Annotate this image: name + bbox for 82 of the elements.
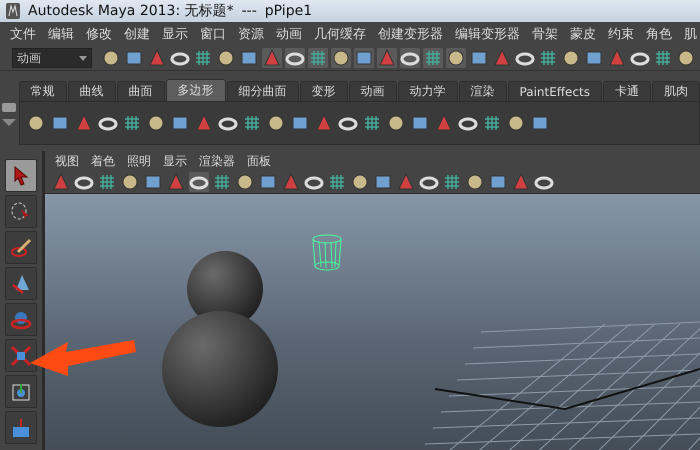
toolbar-tool-icon[interactable]: [285, 48, 305, 68]
toolbar-tool-icon[interactable]: [446, 48, 466, 68]
stacked-spheres-drawing[interactable]: [162, 251, 278, 427]
shelf-menu-icon[interactable]: [0, 101, 18, 113]
shelf-tool-icon[interactable]: [26, 113, 46, 133]
tool-button[interactable]: [5, 375, 37, 408]
menu-item[interactable]: 肌: [678, 25, 700, 43]
tool-button[interactable]: [5, 267, 37, 300]
shelf-tab[interactable]: 动画: [348, 81, 397, 101]
mode-dropdown[interactable]: 动画: [12, 48, 92, 68]
cube-scale-icon: [10, 344, 32, 366]
shelf-tab[interactable]: 多边形: [166, 79, 226, 101]
toolbar-tool-icon[interactable]: [676, 48, 696, 68]
window-title: Autodesk Maya 2013: 无标题*: [28, 2, 234, 20]
shelf-tab[interactable]: 细分曲面: [226, 81, 299, 101]
paint-brush-icon: [10, 236, 32, 258]
shelf-tab[interactable]: 渲染: [458, 81, 507, 101]
panel-tool-icon[interactable]: [327, 172, 347, 192]
app-logo-icon: [6, 3, 20, 19]
tool-button[interactable]: [5, 195, 37, 228]
3d-viewport[interactable]: [45, 194, 700, 450]
shelf-tab[interactable]: 变形: [300, 81, 348, 101]
menu-item[interactable]: 几何缓存: [308, 25, 372, 43]
shelf-tool-icon[interactable]: [506, 113, 526, 133]
menu-item[interactable]: 编辑变形器: [449, 25, 526, 43]
menu-item[interactable]: 角色: [640, 25, 678, 43]
shelf-tab[interactable]: 肌肉: [652, 81, 700, 101]
toolbar-tool-icon[interactable]: [538, 48, 558, 68]
toolbar-tool-icon[interactable]: [653, 48, 673, 68]
tool-button[interactable]: [5, 231, 37, 264]
menu-item[interactable]: 蒙皮: [564, 25, 602, 43]
shelf-tab[interactable]: 常规: [18, 81, 67, 101]
shelf-tab[interactable]: PaintEffects: [508, 81, 602, 101]
panel-tool-icon[interactable]: [212, 172, 232, 192]
toolbar-tool-icon[interactable]: [216, 48, 236, 68]
tool-button[interactable]: [5, 339, 37, 372]
menu-item[interactable]: 显示: [156, 25, 194, 43]
panel-menu-item[interactable]: 面板: [241, 152, 277, 170]
toolbar-tool-icon[interactable]: [101, 48, 121, 68]
shelf-tab[interactable]: 动力学: [398, 81, 458, 101]
panel-tool-icon[interactable]: [350, 172, 370, 192]
shelf-tool-icon[interactable]: [146, 113, 166, 133]
caret-icon: [79, 56, 87, 60]
panel-tool-icon[interactable]: [465, 172, 485, 192]
soft-modify-icon: [10, 418, 32, 436]
toolbar-tool-icon[interactable]: [561, 48, 581, 68]
panel-menu-item[interactable]: 显示: [157, 152, 193, 170]
panel-tool-icon[interactable]: [189, 172, 209, 192]
menu-item[interactable]: 创建: [118, 25, 156, 43]
toolbar-tool-icon[interactable]: [354, 48, 374, 68]
menu-item[interactable]: 动画: [270, 25, 308, 43]
menu-item[interactable]: 文件: [4, 25, 42, 43]
panel-menu-item[interactable]: 着色: [85, 152, 121, 170]
wireframe-cylinder[interactable]: [312, 234, 342, 270]
tool-button[interactable]: [5, 159, 37, 192]
shelf-tab[interactable]: 曲面: [116, 81, 165, 101]
cone-move-icon: [10, 272, 32, 294]
panel-menu-item[interactable]: 视图: [49, 152, 85, 170]
toolbar-tool-icon[interactable]: [331, 48, 351, 68]
selected-object-name: pPipe1: [264, 3, 312, 19]
menu-item[interactable]: 编辑: [42, 25, 80, 43]
menu-item[interactable]: 创建变形器: [372, 25, 449, 43]
panel-tool-icon[interactable]: [97, 172, 117, 192]
menu-item[interactable]: 资源: [232, 25, 270, 43]
title-separator: ---: [242, 3, 257, 19]
shelf-down-caret-icon[interactable]: [0, 117, 18, 127]
menu-item[interactable]: 骨架: [526, 25, 564, 43]
tool-button[interactable]: [5, 411, 37, 444]
panel-menu-item[interactable]: 渲染器: [193, 152, 241, 170]
menu-item[interactable]: 约束: [602, 25, 640, 43]
shelf-tab[interactable]: 曲线: [68, 81, 116, 101]
panel-menu-item[interactable]: 照明: [121, 152, 157, 170]
toolbar-tool-icon[interactable]: [400, 48, 420, 68]
shelf-tab[interactable]: 卡通: [603, 81, 651, 101]
panel-tool-icon[interactable]: [120, 172, 140, 192]
menu-item[interactable]: 窗口: [194, 25, 232, 43]
toolbar-tool-icon[interactable]: [193, 48, 213, 68]
shelf-tool-icon[interactable]: [386, 113, 406, 133]
panel-tool-icon[interactable]: [235, 172, 255, 192]
panel-tool-icon[interactable]: [442, 172, 462, 192]
menu-item[interactable]: 修改: [80, 25, 118, 43]
shelf-tool-icon[interactable]: [266, 113, 286, 133]
